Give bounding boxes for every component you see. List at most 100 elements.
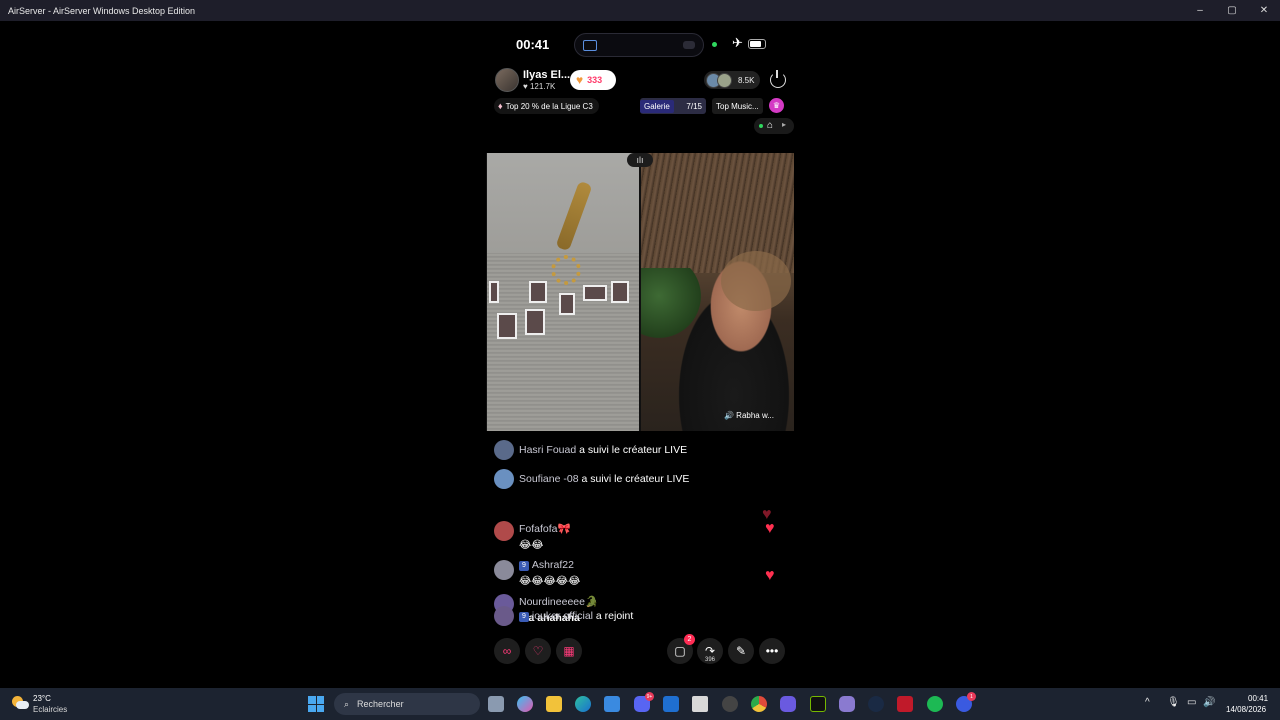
weather-condition[interactable]: Eclaircies — [33, 705, 67, 714]
more-button[interactable]: ••• — [759, 638, 785, 664]
mini-control-pill[interactable]: ⌂ ▸ — [754, 118, 794, 134]
comment-icon: ▢ — [674, 644, 686, 658]
chrome-icon[interactable] — [751, 696, 767, 712]
airplane-mode-icon: ✈ — [732, 35, 743, 50]
list-item[interactable]: Soufiane -08 a suivi le créateur LIVE — [494, 469, 689, 489]
photo-frame — [489, 281, 499, 303]
live-video-split[interactable]: ılı 🔊 Rabha w... — [486, 153, 794, 431]
chevron-up-icon[interactable]: ^ — [1145, 697, 1150, 708]
camera-lens-icon — [683, 41, 695, 49]
guest-name-label[interactable]: 🔊 Rabha w... — [724, 411, 774, 420]
host-likes: ♥ 121.7K — [523, 82, 556, 91]
taskbar-clock-time[interactable]: 00:41 — [1248, 694, 1268, 703]
viewer-count: 8.5K — [738, 75, 755, 85]
store-icon[interactable] — [604, 696, 620, 712]
microphone-icon[interactable]: 🎙 — [1167, 697, 1180, 708]
controller-icon[interactable] — [780, 696, 796, 712]
comment-action: a suivi le créateur LIVE — [579, 444, 688, 456]
weather-icon[interactable] — [12, 696, 29, 710]
host-video-feed — [487, 153, 639, 431]
audio-bars-icon[interactable]: ılı — [627, 153, 653, 167]
discord-icon[interactable]: 9+ — [634, 692, 654, 712]
list-item[interactable]: 9 Ashraf22 😂😂😂😂😂 — [494, 557, 580, 589]
close-button[interactable]: ✕ — [1248, 0, 1280, 21]
share-icon: ↷ — [704, 644, 716, 658]
photo-frame — [559, 293, 575, 315]
copilot-icon[interactable] — [517, 696, 533, 712]
cloud-shape — [16, 701, 29, 709]
gift-pill[interactable]: ♥ 333 — [570, 70, 616, 90]
share-button[interactable]: ↷ 396 — [697, 638, 723, 664]
link-icon[interactable]: ∞ — [494, 638, 520, 664]
maximize-button[interactable]: ▢ — [1216, 0, 1248, 21]
screen-mirror-icon — [583, 40, 597, 51]
comment-user[interactable]: Ashraf22 — [532, 559, 574, 571]
comment-user[interactable]: Soufiane -08 — [519, 473, 579, 485]
volume-icon[interactable]: 🔊 — [1203, 697, 1215, 708]
galerie-count: 7/15 — [686, 101, 702, 111]
outlook-icon[interactable] — [663, 696, 679, 712]
task-view-icon[interactable] — [488, 696, 504, 712]
nvidia-icon[interactable] — [810, 696, 826, 712]
avatar — [494, 606, 514, 626]
sun-mirror — [551, 255, 581, 285]
ea-app-icon[interactable]: 1 — [956, 692, 976, 712]
taskbar-clock-date[interactable]: 14/08/2026 — [1226, 705, 1266, 714]
level-badge: 9 — [519, 561, 529, 571]
windows-start-icon[interactable] — [308, 696, 324, 712]
host-avatar[interactable] — [495, 68, 519, 92]
messenger-icon[interactable] — [839, 696, 855, 712]
file-explorer-icon[interactable] — [546, 696, 562, 712]
list-item[interactable]: 9 jouker official a rejoint — [494, 606, 633, 626]
obs-icon[interactable] — [722, 696, 738, 712]
apps-grid-icon[interactable]: ▦ — [556, 638, 582, 664]
discord-badge: 9+ — [645, 692, 654, 701]
comment-user[interactable]: jouker official — [532, 610, 593, 622]
level-badge: 9 — [519, 612, 529, 622]
comment-button[interactable]: ▢ 2 — [667, 634, 695, 664]
airserver-icon[interactable] — [692, 696, 708, 712]
dynamic-island[interactable] — [574, 33, 704, 57]
list-item[interactable]: Fofafofa🎀 😂😂 — [494, 521, 571, 553]
diamond-icon: ♦ — [498, 101, 503, 111]
floating-heart-icon: ♥ — [765, 520, 775, 537]
list-item[interactable]: Hasri Fouad a suivi le créateur LIVE — [494, 440, 687, 460]
photo-frame — [583, 285, 607, 301]
display-icon[interactable]: ▭ — [1187, 697, 1196, 708]
comment-user[interactable]: Hasri Fouad — [519, 444, 576, 456]
magic-wand-icon[interactable]: ✎ — [728, 638, 754, 664]
power-icon[interactable] — [770, 70, 786, 88]
search-icon: ⌕ — [344, 698, 350, 709]
minimize-button[interactable]: – — [1184, 0, 1216, 21]
comment-message: 😂😂😂😂😂 — [519, 575, 581, 587]
weather-temperature[interactable]: 23°C — [33, 694, 51, 703]
window-titlebar: AirServer - AirServer Windows Desktop Ed… — [0, 0, 1280, 21]
battery-icon — [748, 39, 766, 49]
edge-icon[interactable] — [575, 696, 591, 712]
guest-video-feed — [641, 153, 794, 431]
top-music-badge[interactable]: Top Music... — [712, 98, 763, 114]
host-name[interactable]: Ilyas El... — [523, 69, 570, 81]
crown-icon[interactable]: ♛ — [769, 98, 784, 113]
photo-frame — [611, 281, 629, 303]
taskbar-search[interactable]: ⌕ Rechercher — [334, 693, 480, 715]
league-rank-badge[interactable]: ♦ Top 20 % de la Ligue C3 — [494, 98, 599, 114]
steam-icon[interactable] — [868, 696, 884, 712]
comment-action: a rejoint — [595, 610, 634, 622]
camera-indicator-dot — [712, 42, 717, 47]
comment-message: 😂😂 — [519, 539, 544, 551]
home-icon: ⌂ — [767, 120, 774, 131]
floating-heart-icon: ♥ — [765, 567, 775, 584]
heart-gift-icon: ♥ — [576, 73, 584, 87]
netflix-icon[interactable] — [897, 696, 913, 712]
galerie-label: Galerie — [640, 99, 674, 113]
phone-screen: 00:41 ✈ Ilyas El... ♥ 121.7K ♥ 333 8.5K … — [486, 24, 794, 684]
match-icon[interactable]: ♡ — [525, 638, 551, 664]
search-placeholder: Rechercher — [357, 699, 404, 709]
spotify-icon[interactable] — [927, 696, 943, 712]
avatar — [494, 560, 514, 580]
live-dot-icon — [759, 124, 763, 128]
galerie-badge[interactable]: Galerie 7/15 — [640, 98, 706, 114]
viewers-pill[interactable]: 8.5K — [704, 71, 760, 89]
comment-user[interactable]: Fofafofa🎀 — [519, 521, 571, 537]
